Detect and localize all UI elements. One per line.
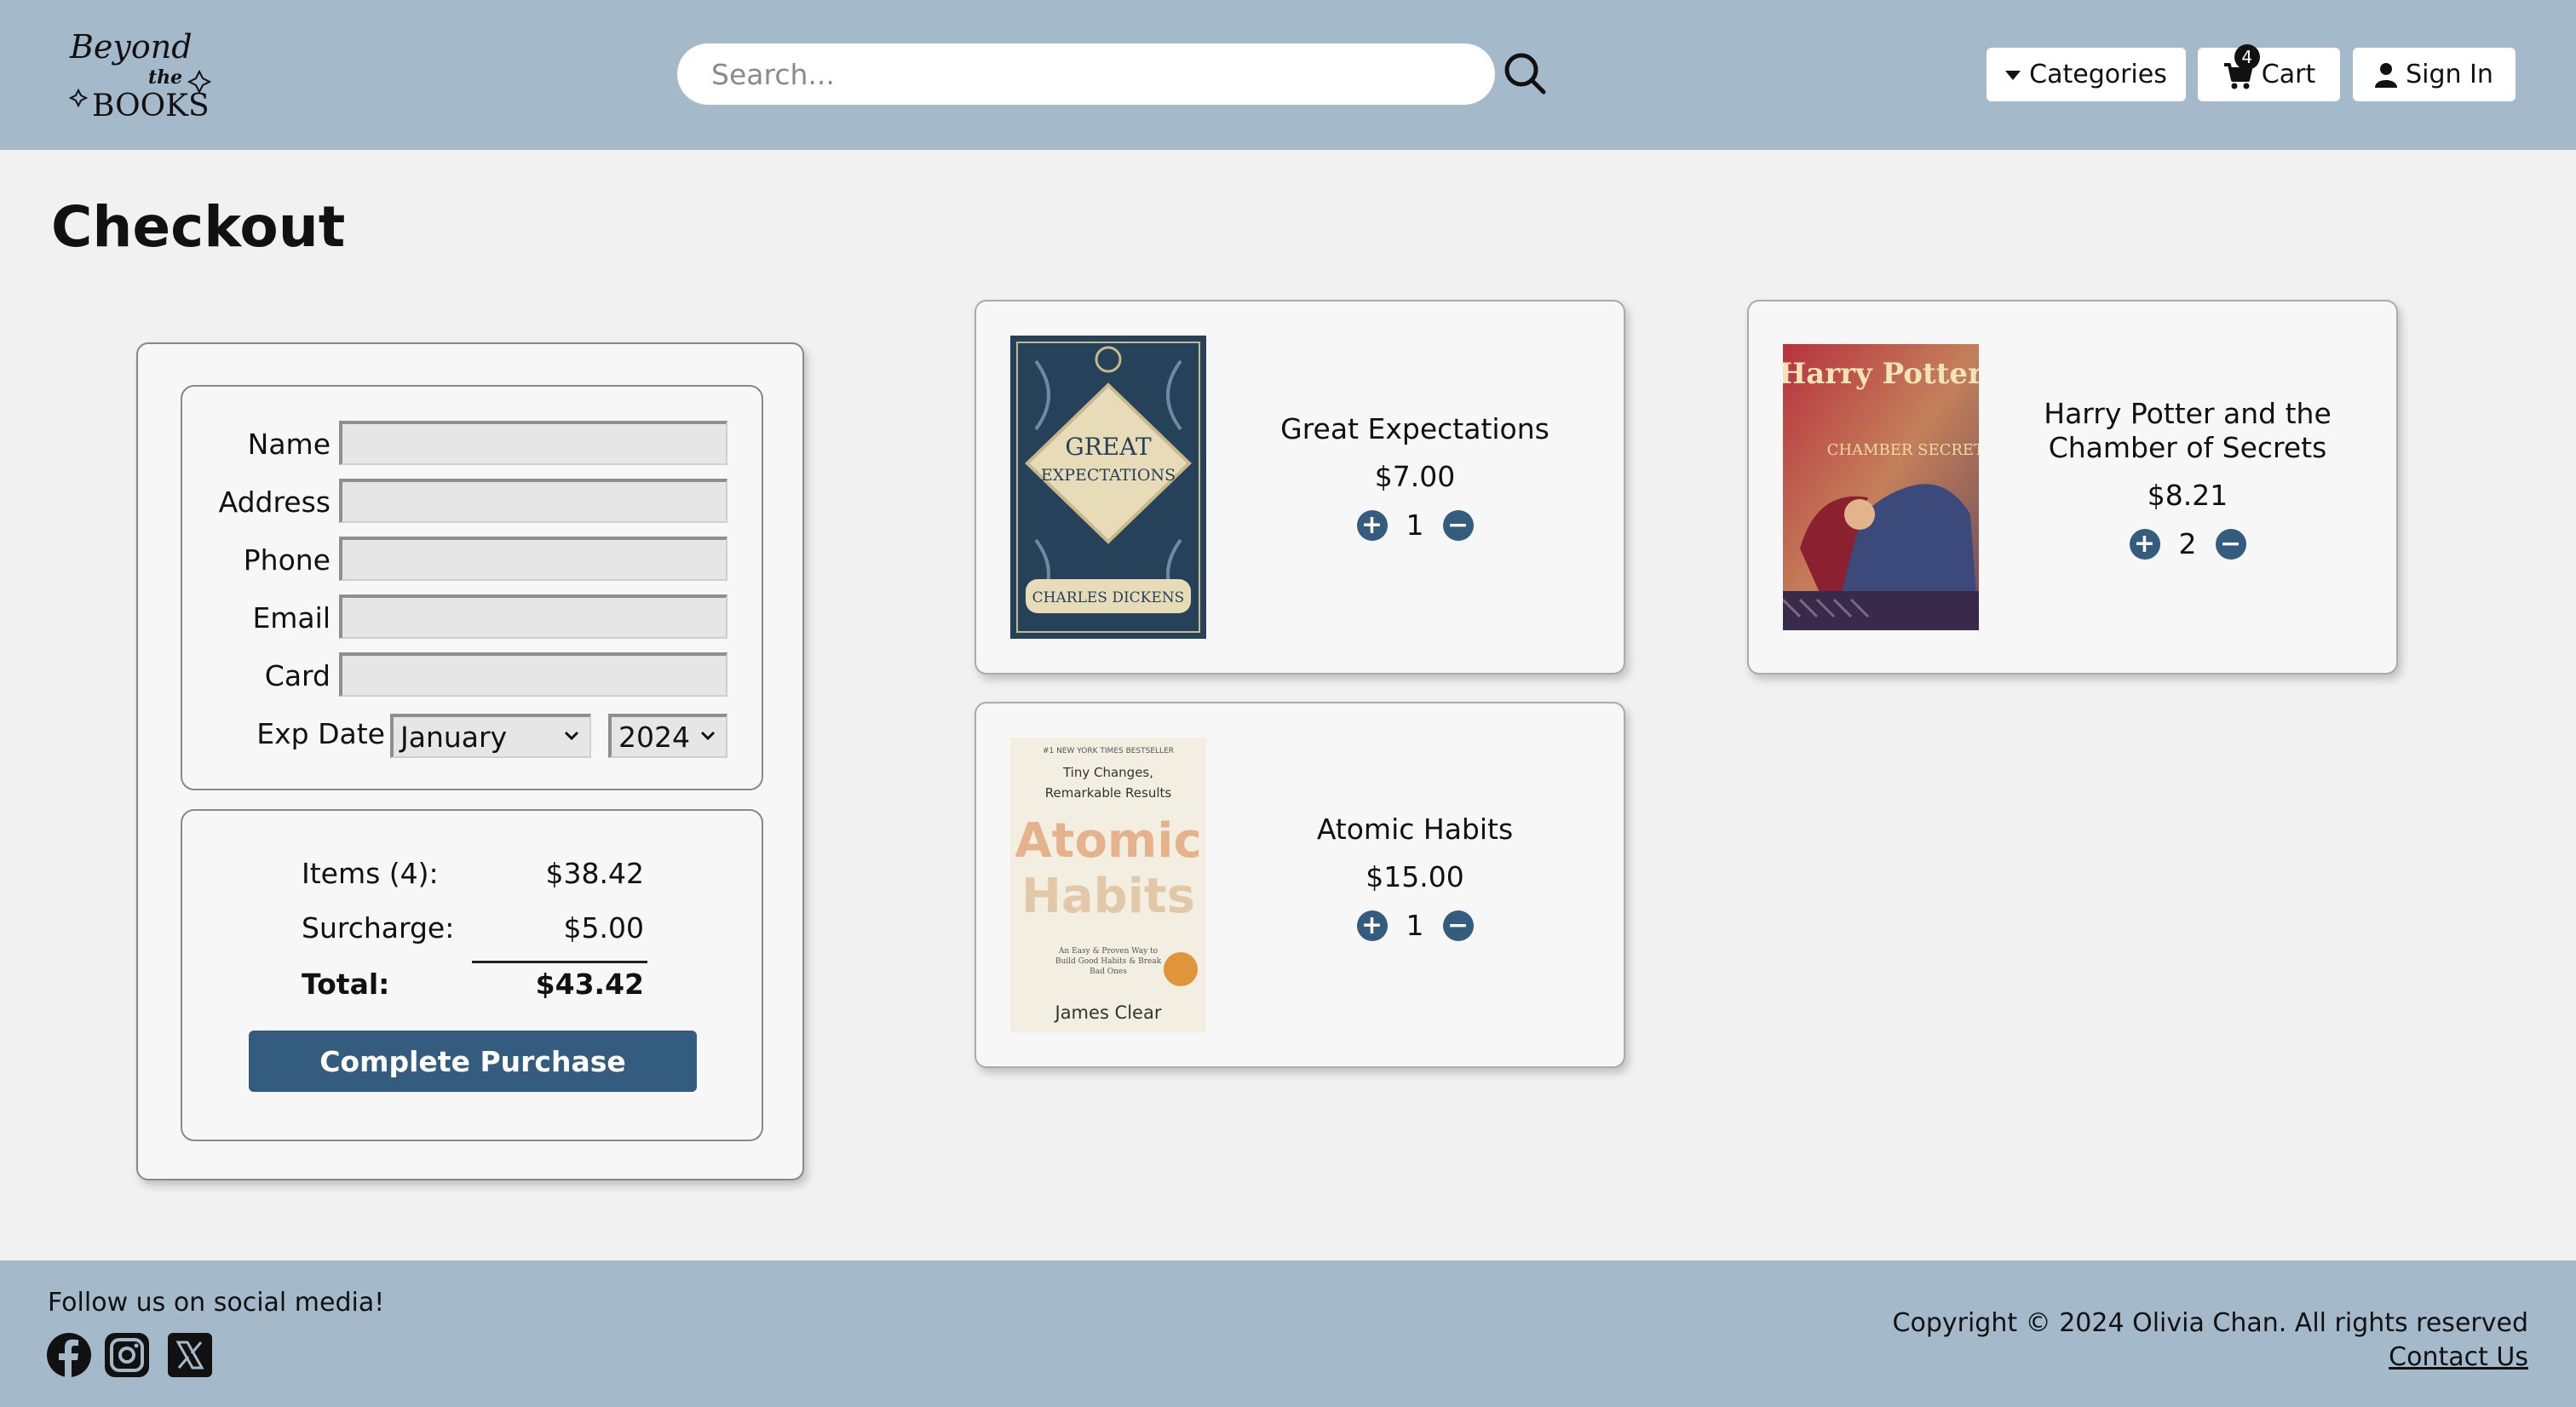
phone-label: Phone xyxy=(243,543,331,577)
card-field[interactable] xyxy=(339,652,727,697)
facebook-icon[interactable] xyxy=(46,1332,92,1378)
item-info: Harry Potter and the Chamber of Secrets … xyxy=(2004,397,2371,560)
svg-text:Tiny Changes,: Tiny Changes, xyxy=(1062,765,1153,780)
increase-quantity-button[interactable]: + xyxy=(1356,509,1388,541)
book-cover-great-expectations[interactable]: GREAT EXPECTATIONS CHARLES DICKENS xyxy=(1010,336,1206,639)
quantity-value: 2 xyxy=(2178,527,2197,560)
email-row: Email xyxy=(182,594,765,646)
categories-button[interactable]: Categories xyxy=(1987,48,2186,101)
page-title: Checkout xyxy=(51,194,346,260)
cart-icon-wrap: 4 xyxy=(2222,43,2260,90)
email-field[interactable] xyxy=(339,594,727,639)
svg-text:the: the xyxy=(148,66,182,89)
exp-month-value: January xyxy=(400,720,508,754)
cart-item-harry-potter: Harry Potter CHAMBER SECRETS Harry Potte… xyxy=(1747,300,2398,675)
quantity-stepper: + 2 − xyxy=(2004,527,2371,560)
surcharge-label: Surcharge: xyxy=(302,911,455,945)
search-icon[interactable] xyxy=(1501,49,1549,97)
copyright-text: Copyright © 2024 Olivia Chan. All rights… xyxy=(1892,1308,2528,1338)
total-divider xyxy=(472,961,647,963)
exp-date-row: Exp Date January 2024 xyxy=(182,710,765,761)
email-label: Email xyxy=(252,601,331,635)
instagram-icon[interactable] xyxy=(104,1332,150,1378)
svg-text:GREAT: GREAT xyxy=(1065,433,1152,461)
decrease-quantity-button[interactable]: − xyxy=(1442,910,1474,941)
quantity-stepper: + 1 − xyxy=(1232,909,1598,942)
book-cover-atomic-habits[interactable]: #1 NEW YORK TIMES BESTSELLER Tiny Change… xyxy=(1010,738,1206,1032)
items-value: $38.42 xyxy=(545,857,644,890)
svg-text:Atomic: Atomic xyxy=(1015,813,1201,869)
chevron-down-icon xyxy=(564,731,579,741)
categories-label: Categories xyxy=(2029,60,2167,89)
increase-quantity-button[interactable]: + xyxy=(1356,910,1388,941)
svg-text:Harry Potter: Harry Potter xyxy=(1783,357,1979,391)
x-twitter-icon[interactable] xyxy=(167,1332,213,1378)
chevron-down-icon xyxy=(700,731,716,741)
cart-item-atomic-habits: #1 NEW YORK TIMES BESTSELLER Tiny Change… xyxy=(975,702,1625,1068)
svg-text:Remarkable Results: Remarkable Results xyxy=(1045,785,1172,801)
surcharge-value: $5.00 xyxy=(563,911,644,945)
complete-purchase-button[interactable]: Complete Purchase xyxy=(249,1031,697,1092)
order-summary: Items (4): $38.42 Surcharge: $5.00 Total… xyxy=(181,809,763,1141)
search-input[interactable] xyxy=(677,43,1495,105)
quantity-stepper: + 1 − xyxy=(1232,508,1598,542)
checkout-panel: Name Address Phone Email Card Exp Date J… xyxy=(136,342,804,1180)
cart-button[interactable]: 4 Cart xyxy=(2198,43,2340,101)
sign-in-button[interactable]: Sign In xyxy=(2353,48,2516,101)
svg-text:CHARLES DICKENS: CHARLES DICKENS xyxy=(1032,589,1185,606)
follow-text: Follow us on social media! xyxy=(48,1288,385,1318)
site-header: Beyond the BOOKS Categories 4 Cart S xyxy=(0,0,2576,150)
svg-text:James Clear: James Clear xyxy=(1054,1002,1162,1023)
name-label: Name xyxy=(247,428,331,461)
svg-text:CHAMBER SECRETS: CHAMBER SECRETS xyxy=(1827,441,1979,459)
svg-text:#1 NEW YORK TIMES BESTSELLER: #1 NEW YORK TIMES BESTSELLER xyxy=(1043,747,1174,755)
item-title: Great Expectations xyxy=(1280,412,1550,445)
item-info: Great Expectations $7.00 + 1 − xyxy=(1232,412,1598,542)
cart-label: Cart xyxy=(2261,60,2316,89)
caret-down-icon xyxy=(2005,70,2021,80)
exp-year-value: 2024 xyxy=(618,720,690,754)
item-info: Atomic Habits $15.00 + 1 − xyxy=(1232,813,1598,942)
decrease-quantity-button[interactable]: − xyxy=(1442,509,1474,541)
beyond-the-books-logo[interactable]: Beyond the BOOKS xyxy=(66,24,228,124)
site-footer: Follow us on social media! Copyright © 2… xyxy=(0,1261,2576,1407)
card-label: Card xyxy=(264,659,331,692)
name-row: Name xyxy=(182,421,765,472)
increase-quantity-button[interactable]: + xyxy=(2129,528,2160,560)
user-icon xyxy=(2375,62,2398,88)
contact-us-link[interactable]: Contact Us xyxy=(2389,1342,2528,1372)
svg-text:EXPECTATIONS: EXPECTATIONS xyxy=(1041,466,1176,485)
item-price: $8.21 xyxy=(2147,479,2228,512)
address-field[interactable] xyxy=(339,479,727,523)
total-label: Total: xyxy=(302,968,390,1001)
item-title: Harry Potter and the Chamber of Secrets xyxy=(2044,397,2332,464)
total-value: $43.42 xyxy=(535,968,644,1001)
cart-item-great-expectations: GREAT EXPECTATIONS CHARLES DICKENS Great… xyxy=(975,300,1625,675)
phone-field[interactable] xyxy=(339,537,727,581)
item-price: $15.00 xyxy=(1366,860,1464,893)
sign-in-label: Sign In xyxy=(2406,60,2493,89)
svg-text:Beyond: Beyond xyxy=(69,28,193,66)
book-cover-harry-potter[interactable]: Harry Potter CHAMBER SECRETS xyxy=(1783,344,1979,630)
decrease-quantity-button[interactable]: − xyxy=(2215,528,2246,560)
address-row: Address xyxy=(182,479,765,530)
payment-form: Name Address Phone Email Card Exp Date J… xyxy=(181,385,763,790)
cart-count-badge: 4 xyxy=(2234,43,2260,70)
name-field[interactable] xyxy=(339,421,727,465)
phone-row: Phone xyxy=(182,537,765,588)
items-label: Items (4): xyxy=(302,857,439,890)
address-label: Address xyxy=(218,485,331,519)
quantity-value: 1 xyxy=(1406,909,1424,942)
svg-text:BOOKS: BOOKS xyxy=(92,89,210,123)
quantity-value: 1 xyxy=(1406,508,1424,542)
svg-text:Habits: Habits xyxy=(1021,869,1195,924)
exp-date-label: Exp Date xyxy=(256,717,385,750)
exp-month-select[interactable]: January xyxy=(390,714,591,758)
item-price: $7.00 xyxy=(1374,460,1456,493)
exp-year-select[interactable]: 2024 xyxy=(608,714,727,758)
item-title: Atomic Habits xyxy=(1316,813,1514,846)
card-row: Card xyxy=(182,652,765,704)
